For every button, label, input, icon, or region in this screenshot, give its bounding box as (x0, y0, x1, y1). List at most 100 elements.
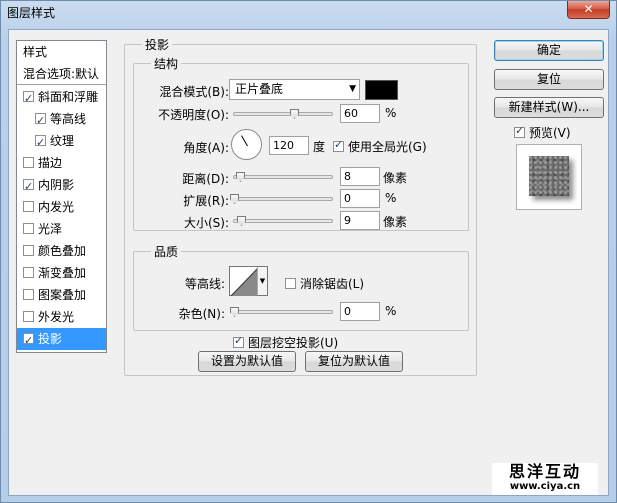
anti-alias-checkbox[interactable] (285, 278, 296, 289)
noise-label: 杂色(N): (178, 307, 225, 321)
global-light-label: 使用全局光(G) (348, 140, 427, 154)
anti-alias-label: 消除锯齿(L) (300, 277, 365, 291)
color-overlay-checkbox[interactable] (23, 245, 34, 256)
bevel-emboss-checkbox[interactable] (23, 88, 34, 108)
stroke-checkbox[interactable] (23, 157, 34, 168)
preview-swatch (529, 156, 569, 196)
style-item-label: 渐变叠加 (38, 266, 87, 280)
distance-unit: 像素 (383, 171, 408, 185)
distance-label: 距离(D): (182, 172, 229, 186)
style-item-outer-glow[interactable]: 外发光 (17, 306, 106, 328)
style-item-inner-glow[interactable]: 内发光 (17, 196, 106, 218)
global-light-checkbox-row[interactable]: 使用全局光(G) (333, 138, 427, 155)
angle-unit: 度 (313, 140, 326, 154)
style-item-label: 投影 (38, 332, 63, 346)
style-item-label: 内发光 (38, 200, 75, 214)
angle-dial[interactable] (231, 129, 262, 160)
title-bar[interactable]: 图层样式 ✕ (1, 1, 616, 23)
size-unit: 像素 (383, 215, 408, 229)
style-item-pattern-overlay[interactable]: 图案叠加 (17, 284, 106, 306)
preview-checkbox-row[interactable]: 预览(V) (514, 124, 571, 141)
inner-shadow-checkbox[interactable] (23, 176, 34, 196)
layer-style-dialog: 图层样式 ✕ 样式 混合选项:默认 斜面和浮雕 等高线 纹理 描边 内阴影 内发… (0, 0, 617, 503)
satin-checkbox[interactable] (23, 223, 34, 234)
shadow-color-swatch[interactable] (365, 80, 398, 100)
distance-slider[interactable] (233, 172, 333, 182)
contour-picker[interactable]: ▼ (229, 266, 268, 296)
drop-shadow-checkbox[interactable] (23, 330, 34, 350)
drop-shadow-title: 投影 (142, 36, 173, 53)
angle-label: 角度(A): (183, 141, 229, 155)
style-item-satin[interactable]: 光泽 (17, 218, 106, 240)
style-item-label: 斜面和浮雕 (38, 90, 99, 104)
quality-title: 品质 (151, 243, 182, 260)
size-input[interactable]: 9 (340, 211, 380, 230)
reset-button[interactable]: 复位 (494, 69, 604, 90)
watermark: 思洋互动 www.ciya.cn (492, 463, 598, 495)
texture-checkbox[interactable] (35, 132, 46, 152)
style-item-label: 光泽 (38, 222, 63, 236)
pattern-overlay-checkbox[interactable] (23, 289, 34, 300)
style-item-label: 图案叠加 (38, 288, 87, 302)
preview-checkbox[interactable] (514, 124, 525, 138)
opacity-input[interactable]: 60 (340, 104, 380, 123)
style-list-header[interactable]: 样式 (17, 41, 106, 63)
spread-input[interactable]: 0 (340, 189, 380, 208)
noise-slider[interactable] (230, 307, 333, 317)
noise-unit: % (385, 304, 397, 318)
window-title: 图层样式 (7, 6, 56, 20)
anti-alias-checkbox-row[interactable]: 消除锯齿(L) (285, 275, 364, 292)
opacity-unit: % (385, 106, 397, 120)
chevron-down-icon: ▼ (349, 84, 356, 94)
style-item-inner-shadow[interactable]: 内阴影 (17, 174, 106, 196)
watermark-name: 思洋互动 (508, 462, 581, 481)
style-item-texture[interactable]: 纹理 (17, 130, 106, 152)
style-item-label: 颜色叠加 (38, 244, 87, 258)
outer-glow-checkbox[interactable] (23, 311, 34, 322)
preview-label: 预览(V) (529, 126, 571, 140)
style-item-contour[interactable]: 等高线 (17, 108, 106, 130)
contour-label: 等高线: (184, 277, 225, 291)
style-item-bevel-emboss[interactable]: 斜面和浮雕 (17, 86, 106, 108)
dialog-client: 样式 混合选项:默认 斜面和浮雕 等高线 纹理 描边 内阴影 内发光 光泽 颜色… (8, 29, 609, 496)
style-item-label: 等高线 (50, 112, 87, 126)
inner-glow-checkbox[interactable] (23, 201, 34, 212)
blend-mode-label: 混合模式(B): (159, 85, 229, 99)
contour-curve-icon (231, 268, 258, 296)
knockout-label: 图层挖空投影(U) (248, 336, 339, 350)
style-item-label: 描边 (38, 156, 63, 170)
knockout-checkbox-row[interactable]: 图层挖空投影(U) (233, 334, 338, 351)
style-item-color-overlay[interactable]: 颜色叠加 (17, 240, 106, 262)
global-light-checkbox[interactable] (333, 138, 344, 152)
opacity-slider[interactable] (233, 109, 333, 119)
angle-input[interactable]: 120 (269, 136, 309, 155)
close-button[interactable]: ✕ (567, 1, 610, 19)
new-style-button[interactable]: 新建样式(W)... (494, 97, 604, 118)
style-item-stroke[interactable]: 描边 (17, 152, 106, 174)
opacity-label: 不透明度(O): (158, 108, 229, 122)
knockout-checkbox[interactable] (233, 334, 244, 348)
gradient-overlay-checkbox[interactable] (23, 267, 34, 278)
distance-input[interactable]: 8 (340, 167, 380, 186)
spread-label: 扩展(R): (183, 194, 229, 208)
style-item-label: 外发光 (38, 310, 75, 324)
noise-input[interactable]: 0 (340, 302, 380, 321)
spread-slider[interactable] (230, 194, 333, 204)
style-item-drop-shadow[interactable]: 投影 (17, 328, 106, 350)
chevron-down-icon[interactable]: ▼ (257, 267, 267, 295)
spread-unit: % (385, 191, 397, 205)
size-slider[interactable] (233, 216, 333, 226)
style-item-gradient-overlay[interactable]: 渐变叠加 (17, 262, 106, 284)
make-default-button[interactable]: 设置为默认值 (198, 351, 296, 372)
structure-title: 结构 (151, 55, 182, 72)
style-item-label: 内阴影 (38, 178, 75, 192)
style-preview (516, 144, 582, 210)
angle-dial-hand (241, 135, 248, 147)
reset-default-button[interactable]: 复位为默认值 (305, 351, 403, 372)
blend-options-item[interactable]: 混合选项:默认 (17, 63, 106, 85)
ok-button[interactable]: 确定 (494, 40, 604, 61)
contour-checkbox[interactable] (35, 110, 46, 130)
blend-mode-select[interactable]: 正片叠底 ▼ (229, 79, 360, 100)
watermark-url: www.ciya.cn (509, 481, 581, 492)
blend-mode-value: 正片叠底 (235, 82, 284, 96)
